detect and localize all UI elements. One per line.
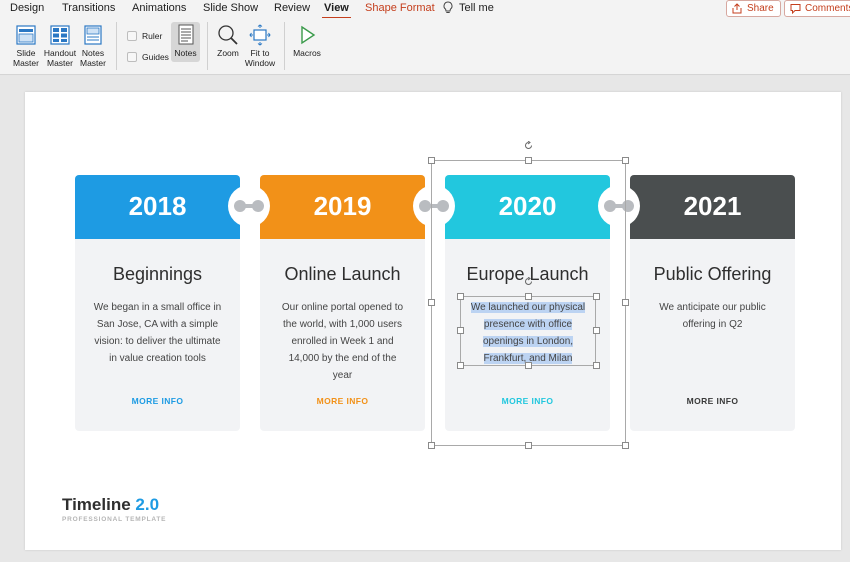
notes-icon bbox=[178, 24, 193, 45]
resize-handle[interactable] bbox=[457, 327, 464, 334]
notes-label: Notes bbox=[174, 48, 197, 58]
guides-checkbox-box[interactable] bbox=[127, 52, 137, 62]
resize-handle[interactable] bbox=[525, 293, 532, 300]
tab-design[interactable]: Design bbox=[10, 2, 44, 14]
resize-handle[interactable] bbox=[457, 362, 464, 369]
brand-title: Timeline 2.0 bbox=[62, 495, 159, 515]
card-body: We began in a small office in San Jose, … bbox=[93, 302, 222, 364]
share-icon bbox=[732, 3, 742, 14]
notes-button[interactable]: Notes bbox=[171, 22, 200, 62]
fit-to-window-label: Fit to Window bbox=[244, 48, 276, 68]
guides-checkbox[interactable]: Guides bbox=[127, 52, 169, 62]
tab-transitions[interactable]: Transitions bbox=[62, 2, 115, 14]
ribbon-separator bbox=[284, 22, 285, 70]
timeline-connector bbox=[218, 185, 280, 227]
play-icon bbox=[301, 25, 316, 45]
connector-dot bbox=[252, 200, 264, 212]
card-title: Public Offering bbox=[653, 264, 772, 284]
resize-handle[interactable] bbox=[525, 442, 532, 449]
resize-handle[interactable] bbox=[525, 362, 532, 369]
rotate-handle-icon[interactable] bbox=[524, 141, 533, 150]
resize-handle[interactable] bbox=[428, 442, 435, 449]
card-title: Beginnings bbox=[112, 264, 203, 284]
comments-button[interactable]: Comments bbox=[784, 0, 850, 17]
lightbulb-icon bbox=[443, 1, 453, 13]
timeline-card-2019[interactable]: 2019 Online Launch Our online portal ope… bbox=[260, 175, 425, 431]
macros-button[interactable]: Macros bbox=[290, 24, 324, 59]
resize-handle[interactable] bbox=[428, 157, 435, 164]
magnifier-icon bbox=[218, 25, 238, 45]
resize-handle[interactable] bbox=[525, 157, 532, 164]
slide-master-label: Slide Master bbox=[13, 48, 39, 68]
resize-handle[interactable] bbox=[622, 299, 629, 306]
tab-slide-show[interactable]: Slide Show bbox=[203, 2, 258, 14]
handout-master-label: Handout Master bbox=[43, 48, 77, 68]
ruler-checkbox-box[interactable] bbox=[127, 31, 137, 41]
ribbon-toolbar: Slide Master Handout Master Notes Master… bbox=[0, 18, 850, 75]
more-info-link[interactable]: MORE INFO bbox=[260, 396, 425, 406]
notes-master-icon bbox=[84, 25, 102, 45]
more-info-link[interactable]: MORE INFO bbox=[75, 396, 240, 406]
resize-handle[interactable] bbox=[593, 362, 600, 369]
tab-shape-format[interactable]: Shape Format bbox=[365, 2, 435, 14]
guides-label: Guides bbox=[142, 52, 169, 62]
comment-icon bbox=[790, 4, 801, 14]
tab-animations[interactable]: Animations bbox=[132, 2, 186, 14]
card-title: Online Launch bbox=[284, 264, 401, 284]
card-year: 2021 bbox=[683, 191, 742, 221]
tell-me-search[interactable]: Tell me bbox=[459, 2, 494, 14]
resize-handle[interactable] bbox=[622, 157, 629, 164]
zoom-label: Zoom bbox=[217, 48, 239, 58]
connector-dot bbox=[234, 200, 246, 212]
tab-view[interactable]: View bbox=[322, 2, 351, 19]
ribbon-separator bbox=[116, 22, 117, 70]
ruler-label: Ruler bbox=[142, 31, 163, 41]
ribbon-separator bbox=[207, 22, 208, 70]
card-year: 2018 bbox=[128, 191, 187, 221]
resize-handle[interactable] bbox=[428, 299, 435, 306]
ribbon-tab-bar: Design Transitions Animations Slide Show… bbox=[0, 0, 850, 19]
comments-label: Comments bbox=[805, 3, 850, 14]
handout-master-button[interactable]: Handout Master bbox=[41, 24, 79, 68]
slide-master-icon bbox=[16, 25, 36, 45]
slide-master-button[interactable]: Slide Master bbox=[8, 24, 44, 68]
fit-to-window-button[interactable]: Fit to Window bbox=[243, 24, 277, 68]
resize-handle[interactable] bbox=[622, 442, 629, 449]
card-year: 2019 bbox=[313, 191, 372, 221]
card-body: We anticipate our public offering in Q2 bbox=[659, 302, 766, 330]
share-button[interactable]: Share bbox=[726, 0, 781, 17]
brand-version: 2.0 bbox=[135, 495, 160, 514]
ruler-checkbox[interactable]: Ruler bbox=[127, 31, 162, 41]
timeline-card-2021[interactable]: 2021 Public Offering We anticipate our p… bbox=[630, 175, 795, 431]
macros-label: Macros bbox=[293, 48, 321, 58]
notes-master-button[interactable]: Notes Master bbox=[77, 24, 109, 68]
timeline-card-2018[interactable]: 2018 Beginnings We began in a small offi… bbox=[75, 175, 240, 431]
notes-master-label: Notes Master bbox=[80, 48, 106, 68]
resize-handle[interactable] bbox=[593, 327, 600, 334]
brand-subtitle: PROFESSIONAL TEMPLATE bbox=[62, 516, 167, 523]
rotate-handle-icon[interactable] bbox=[524, 277, 533, 286]
card-body: Our online portal opened to the world, w… bbox=[281, 302, 404, 381]
resize-handle[interactable] bbox=[457, 293, 464, 300]
tab-review[interactable]: Review bbox=[274, 2, 310, 14]
connector-dot bbox=[419, 200, 431, 212]
more-info-link[interactable]: MORE INFO bbox=[630, 396, 795, 406]
fit-window-icon bbox=[249, 24, 271, 46]
brand-name: Timeline bbox=[62, 495, 131, 514]
handout-master-icon bbox=[50, 25, 70, 45]
zoom-button[interactable]: Zoom bbox=[214, 24, 242, 59]
resize-handle[interactable] bbox=[593, 293, 600, 300]
textbox-selection-box[interactable] bbox=[460, 296, 596, 366]
share-label: Share bbox=[747, 3, 774, 14]
